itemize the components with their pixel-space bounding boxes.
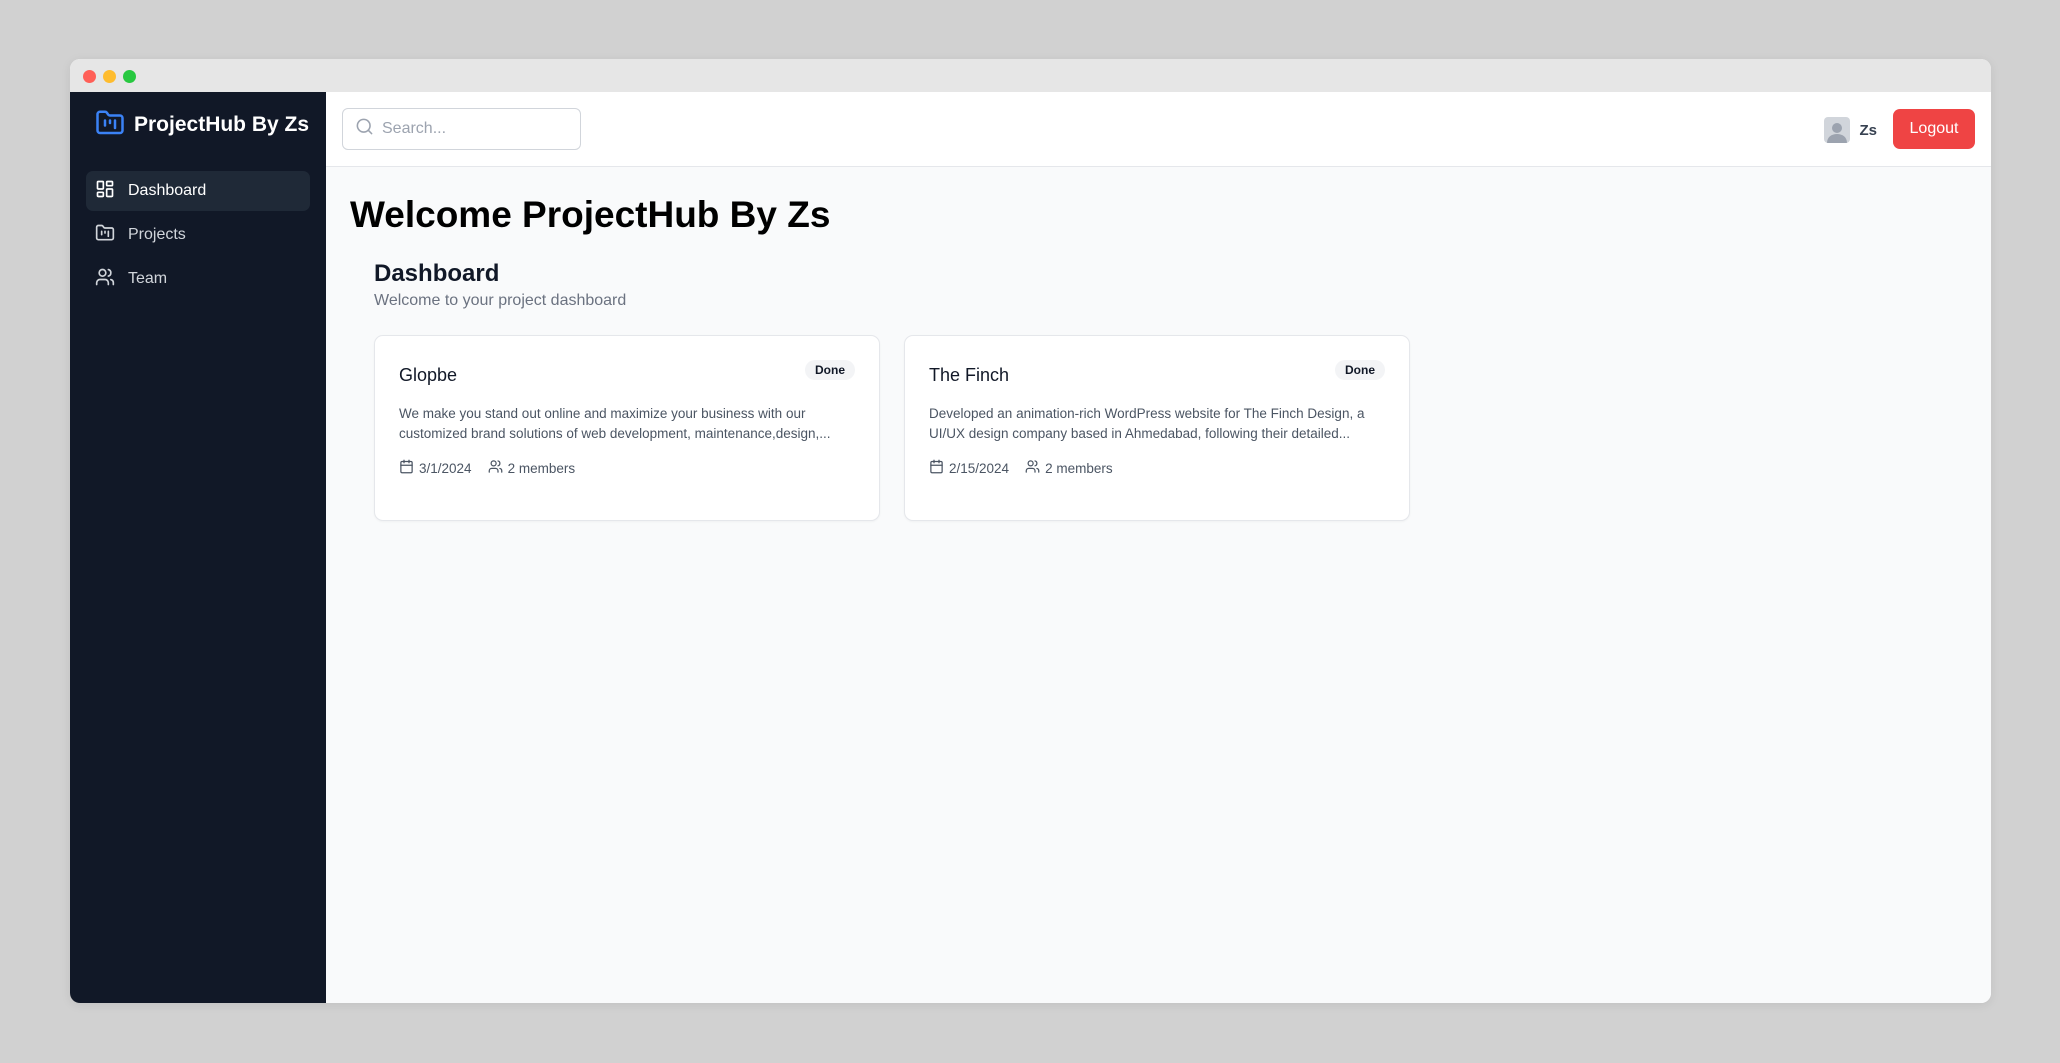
project-members: 2 members <box>488 459 576 477</box>
maximize-window-button[interactable] <box>123 70 136 83</box>
page-title: Welcome ProjectHub By Zs <box>350 194 831 235</box>
project-members-text: 2 members <box>507 460 576 476</box>
user-name: Zs <box>1859 121 1877 139</box>
dashboard-icon <box>95 179 115 204</box>
brand-name: ProjectHub By Zs <box>134 113 310 136</box>
section-subtitle: Welcome to your project dashboard <box>374 292 627 309</box>
calendar-icon <box>929 459 949 477</box>
project-meta: 2/15/2024 2 members <box>929 459 1385 477</box>
status-badge: Done <box>805 360 855 380</box>
logout-button[interactable]: Logout <box>1893 109 1975 149</box>
sidebar: ProjectHub By Zs Dashboard Projects Team <box>70 92 326 1003</box>
user-menu[interactable]: Zs <box>1824 117 1877 143</box>
project-description: We make you stand out online and maximiz… <box>399 406 831 441</box>
sidebar-item-team[interactable]: Team <box>86 259 310 299</box>
project-members: 2 members <box>1025 459 1113 477</box>
brand[interactable]: ProjectHub By Zs <box>70 92 326 158</box>
users-icon <box>1025 459 1045 477</box>
project-card[interactable]: Glopbe Done We make you stand out online… <box>374 335 880 521</box>
sidebar-item-projects[interactable]: Projects <box>86 215 310 255</box>
project-title: Glopbe <box>399 365 458 385</box>
main-content: Welcome ProjectHub By Zs Dashboard Welco… <box>326 167 1991 1003</box>
project-date-text: 3/1/2024 <box>419 460 472 476</box>
folder-kanban-icon <box>95 108 125 143</box>
calendar-icon <box>399 459 419 477</box>
project-date: 2/15/2024 <box>929 459 1009 477</box>
sidebar-item-label: Team <box>128 270 168 287</box>
top-bar: Zs Logout <box>326 92 1991 167</box>
browser-window: ProjectHub By Zs Dashboard Projects Team… <box>70 59 1991 1003</box>
dashboard-section: Dashboard Welcome to your project dashbo… <box>350 259 1967 521</box>
project-members-text: 2 members <box>1045 460 1113 476</box>
project-card[interactable]: The Finch Done Developed an animation-ri… <box>904 335 1410 521</box>
search-icon <box>343 117 374 141</box>
project-title: The Finch <box>929 365 1010 385</box>
folder-icon <box>95 223 115 248</box>
close-window-button[interactable] <box>83 70 96 83</box>
avatar <box>1824 117 1851 143</box>
section-title: Dashboard <box>374 260 500 287</box>
status-badge: Done <box>1335 360 1385 380</box>
sidebar-item-label: Dashboard <box>128 182 207 199</box>
search-box[interactable] <box>342 108 581 150</box>
project-meta: 3/1/2024 2 members <box>399 459 855 477</box>
minimize-window-button[interactable] <box>103 70 116 83</box>
project-description: Developed an animation-rich WordPress we… <box>929 406 1365 441</box>
sidebar-item-label: Projects <box>128 226 186 243</box>
users-icon <box>488 459 508 477</box>
sidebar-item-dashboard[interactable]: Dashboard <box>86 171 310 211</box>
content-area: Zs Logout Welcome ProjectHub By Zs Dashb… <box>326 92 1991 1003</box>
project-date-text: 2/15/2024 <box>949 460 1010 476</box>
window-titlebar <box>70 59 1991 92</box>
app-shell: ProjectHub By Zs Dashboard Projects Team… <box>70 92 1991 1003</box>
sidebar-nav: Dashboard Projects Team <box>70 158 326 299</box>
user-silhouette-icon <box>1827 123 1848 143</box>
users-icon <box>95 267 115 292</box>
search-input[interactable] <box>382 120 572 138</box>
project-cards: Glopbe Done We make you stand out online… <box>374 335 1967 521</box>
project-date: 3/1/2024 <box>399 459 472 477</box>
